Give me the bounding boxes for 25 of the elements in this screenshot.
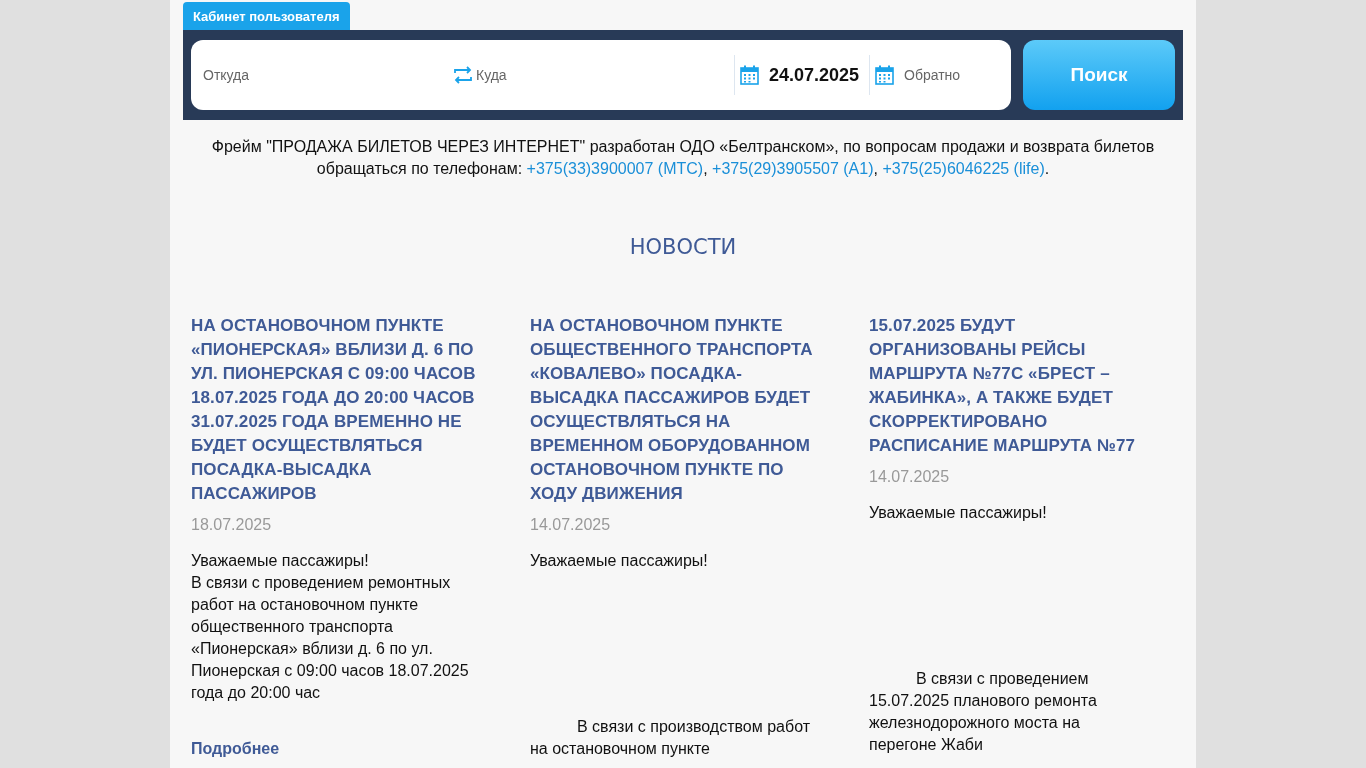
notice-text: Фрейм "ПРОДАЖА БИЛЕТОВ ЧЕРЕЗ ИНТЕРНЕТ" разработан ОДО «Белтранском», по вопросам продажи и возврата билетов обращаться по телефонам: +375(33)3900007 (МТС), +375(29)3905507 (А1), +375(25)6046225 (life). [210,137,1156,179]
news-title-link[interactable]: 15.07.2025 БУДУТ ОРГАНИЗОВАНЫ РЕЙСЫ МАРШРУТА №77С «БРЕСТ – ЖАБИНКА», А ТАКЖЕ БУДЕТ СКОРРЕКТИРОВАНО РАСПИСАНИЕ МАРШРУТА №77 [869,314,1161,458]
news-paragraph: В связи с производством работ на остановочном пункте [530,717,812,759]
return-date-field[interactable]: Обратно [904,55,994,95]
news-paragraph: Уважаемые пассажиры! [191,551,369,571]
news-paragraph: Уважаемые пассажиры! [530,551,708,571]
news-heading: НОВОСТИ [628,234,738,261]
news-date: 14.07.2025 [530,516,611,534]
phone-link[interactable]: +375(25)6046225 (life) [882,160,1045,177]
news-date: 18.07.2025 [191,516,272,534]
news-date: 14.07.2025 [869,468,950,486]
calendar-icon[interactable] [740,65,759,85]
from-field[interactable]: Откуда [203,55,451,95]
more-link[interactable]: Подробнее [191,740,280,758]
news-title-link[interactable]: НА ОСТАНОВОЧНОМ ПУНКТЕ ОБЩЕСТВЕННОГО ТРАНСПОРТА «КОВАЛЕВО» ПОСАДКА-ВЫСАДКА ПАССАЖИРОВ БУДЕТ ОСУЩЕСТВЛЯТЬСЯ НА ВРЕМЕННОМ ОБОРУДОВАННОМ ОСТАНОВОЧНОМ ПУНКТЕ ПО ХОДУ ДВИЖЕНИЯ [530,314,822,506]
date-field[interactable]: 24.07.2025 [769,55,863,95]
calendar-icon[interactable] [875,65,894,85]
phone-link[interactable]: +375(29)3905507 (А1) [712,160,874,177]
news-paragraph: В связи с проведением 15.07.2025 планового ремонта железнодорожного моста на перегоне Жаби [869,669,1098,755]
news-paragraph: Уважаемые пассажиры! [869,503,1047,523]
to-field[interactable]: Куда [476,55,734,95]
swap-icon[interactable] [452,64,474,86]
news-title-link[interactable]: НА ОСТАНОВОЧНОМ ПУНКТЕ «ПИОНЕРСКАЯ» ВБЛИЗИ Д. 6 ПО УЛ. ПИОНЕРСКАЯ С 09:00 ЧАСОВ 18.07.2025 ГОДА ДО 20:00 ЧАСОВ 31.07.2025 ГОДА ВРЕМЕННО НЕ БУДЕТ ОСУЩЕСТВЛЯТЬСЯ ПОСАДКА-ВЫСАДКА ПАССАЖИРОВ [191,314,483,506]
phone-link[interactable]: +375(33)3900007 (МТС) [526,160,704,177]
news-paragraph: В связи с проведением ремонтных работ на остановочном пункте общественного транспорта «Пионерская» вблизи д. 6 по ул. Пионерская с 09:00 часов 18.07.2025 года до 20:00 час [191,573,470,703]
